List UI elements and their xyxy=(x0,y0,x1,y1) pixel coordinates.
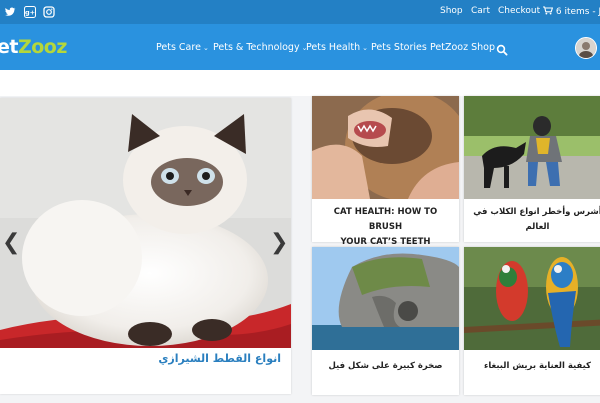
svg-text:g+: g+ xyxy=(25,9,35,17)
instagram-icon[interactable] xyxy=(43,6,55,18)
article-card[interactable]: كيفية العناية بريش الببغاء xyxy=(464,247,600,395)
elephant-rock-image[interactable] xyxy=(312,247,459,350)
nav-item-pets-technology[interactable]: Pets & Technology ⌄ xyxy=(213,42,307,53)
slider-prev-button[interactable]: ❮ xyxy=(2,232,20,254)
search-icon[interactable] xyxy=(496,41,508,56)
article-card[interactable]: أشرس وأخطر انواع الكلاب في العالم xyxy=(464,96,600,242)
nav-item-label: Pets Health xyxy=(306,42,361,53)
nav-item-label: Pets & Technology xyxy=(213,42,300,53)
petzooz-logo[interactable]: etZooz xyxy=(0,36,67,58)
parrots-image[interactable] xyxy=(464,247,600,350)
twitter-icon[interactable] xyxy=(4,6,16,18)
cart-link[interactable]: Cart xyxy=(471,6,490,16)
cart-count-text: 6 items - JD2 xyxy=(555,7,600,17)
checkout-link[interactable]: Checkout xyxy=(498,6,540,16)
nav-item-petzooz-shop[interactable]: PetZooz Shop xyxy=(430,42,495,53)
nav-item-pets-stories[interactable]: Pets Stories xyxy=(371,42,427,53)
cart-summary-link[interactable]: 6 items - JD2 xyxy=(543,6,600,17)
persian-cat-image[interactable] xyxy=(0,98,291,348)
chevron-down-icon: ⌄ xyxy=(362,44,368,52)
main-navbar: etZooz Pets Care ⌄ Pets & Technology ⌄ Pet… xyxy=(0,24,600,70)
article-card[interactable]: صخرة كبيرة على شكل فيل xyxy=(312,247,459,395)
user-avatar[interactable] xyxy=(575,37,597,59)
avatar-image xyxy=(576,38,596,58)
header-spacer xyxy=(0,70,600,96)
cat-teeth-image[interactable] xyxy=(312,96,459,199)
featured-slider: ❮ ❯ انواع القطط الشيرازي xyxy=(0,98,291,394)
article-title[interactable]: أشرس وأخطر انواع الكلاب في العالم xyxy=(468,205,600,235)
nav-item-pets-health[interactable]: Pets Health ⌄ xyxy=(306,42,368,53)
article-card[interactable]: CAT HEALTH: HOW TO BRUSH YOUR CAT’S TEET… xyxy=(312,96,459,247)
chevron-down-icon: ⌄ xyxy=(202,44,209,52)
shop-link[interactable]: Shop xyxy=(440,6,463,16)
nav-item-label: Pets Care xyxy=(156,42,201,53)
top-utility-bar: g+ Shop Cart Checkout 6 items - JD2 xyxy=(0,0,600,24)
article-title[interactable]: صخرة كبيرة على شكل فيل xyxy=(316,359,455,374)
attack-dog-image[interactable] xyxy=(464,96,600,199)
slider-caption-link[interactable]: انواع القطط الشيرازي xyxy=(158,352,281,365)
google-plus-icon[interactable]: g+ xyxy=(24,6,36,18)
nav-item-pets-care[interactable]: Pets Care ⌄ xyxy=(156,42,209,53)
shopping-cart-icon xyxy=(543,6,554,15)
article-title[interactable]: كيفية العناية بريش الببغاء xyxy=(468,359,600,374)
article-title[interactable]: CAT HEALTH: HOW TO BRUSH YOUR CAT’S TEET… xyxy=(316,205,455,250)
slider-next-button[interactable]: ❯ xyxy=(270,232,288,254)
